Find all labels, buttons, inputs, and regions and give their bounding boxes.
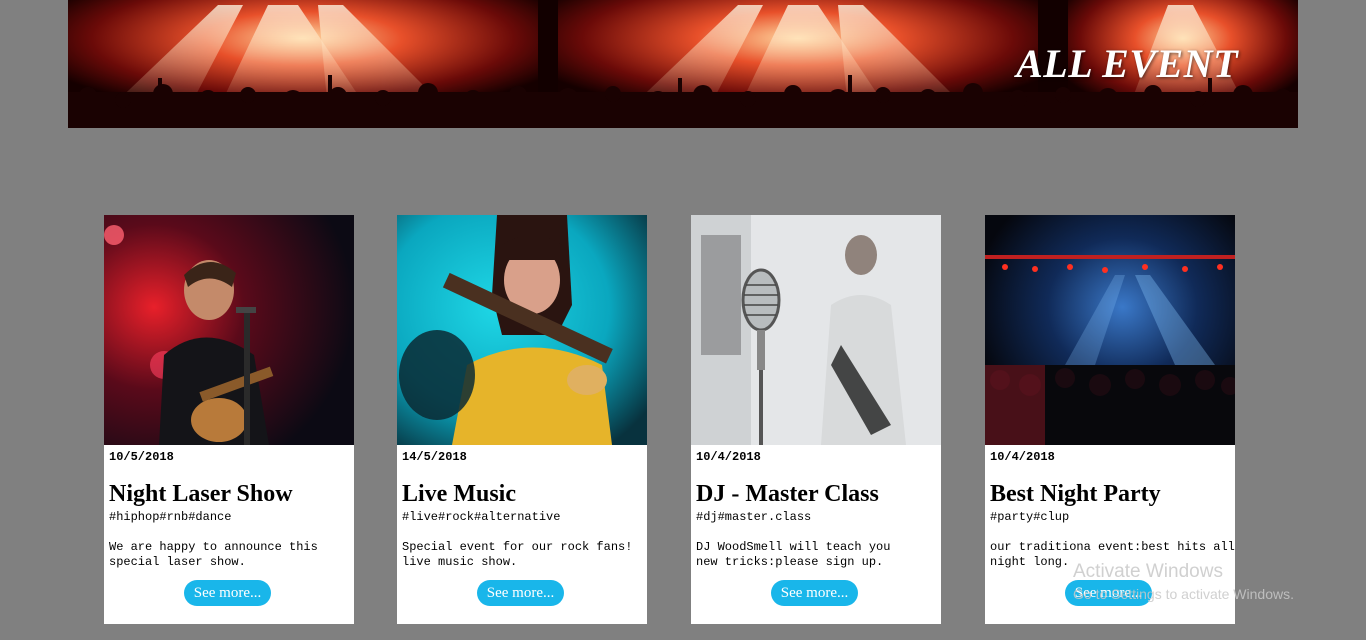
event-description: DJ WoodSmell will teach you new tricks:p… [696,540,941,570]
event-description-line: DJ WoodSmell will teach you [696,540,891,554]
event-card-dj-master-class: 10/4/2018 DJ - Master Class #dj#master.c… [691,215,941,624]
event-title: Night Laser Show [109,481,293,507]
header-banner: ALL EVENT [68,0,1298,128]
event-date: 10/4/2018 [990,450,1055,464]
watermark-subtitle: Go to Settings to activate Windows. [1073,586,1294,602]
event-card-live-music: 14/5/2018 Live Music #live#rock#alternat… [397,215,647,624]
event-description-line: We are happy to announce this [109,540,318,554]
watermark-title: Activate Windows [1073,561,1223,582]
event-date: 10/5/2018 [109,450,174,464]
event-photo [397,215,647,445]
event-photo [985,215,1235,445]
microphone-photo [691,215,941,445]
event-date: 14/5/2018 [402,450,467,464]
event-description-line: live music show. [402,555,518,569]
event-date: 10/4/2018 [696,450,761,464]
event-tags: #hiphop#rnb#dance [109,510,232,524]
event-photo [104,215,354,445]
event-title: DJ - Master Class [696,481,879,507]
concert-crowd-photo [985,215,1235,445]
guitarist-photo [104,215,354,445]
event-description-line: special laser show. [109,555,246,569]
event-photo [691,215,941,445]
woman-with-guitar-photo [397,215,647,445]
event-description-line: Special event for our rock fans! [402,540,633,554]
event-title: Live Music [402,481,516,507]
see-more-button[interactable]: See more... [184,580,271,606]
event-description: We are happy to announce this special la… [109,540,354,570]
event-card-night-laser-show: 10/5/2018 Night Laser Show #hiphop#rnb#d… [104,215,354,624]
event-title: Best Night Party [990,481,1161,507]
see-more-button[interactable]: See more... [771,580,858,606]
see-more-button[interactable]: See more... [477,580,564,606]
page-title: ALL EVENT [1016,41,1238,86]
event-tags: #party#clup [990,510,1070,524]
event-description: Special event for our rock fans! live mu… [402,540,647,570]
event-description-line: new tricks:please sign up. [696,555,884,569]
event-tags: #dj#master.class [696,510,812,524]
event-tags: #live#rock#alternative [402,510,561,524]
activate-windows-watermark: Activate Windows Go to Settings to activ… [1073,560,1294,604]
event-description-line: our traditiona event:best hits all [990,540,1235,554]
